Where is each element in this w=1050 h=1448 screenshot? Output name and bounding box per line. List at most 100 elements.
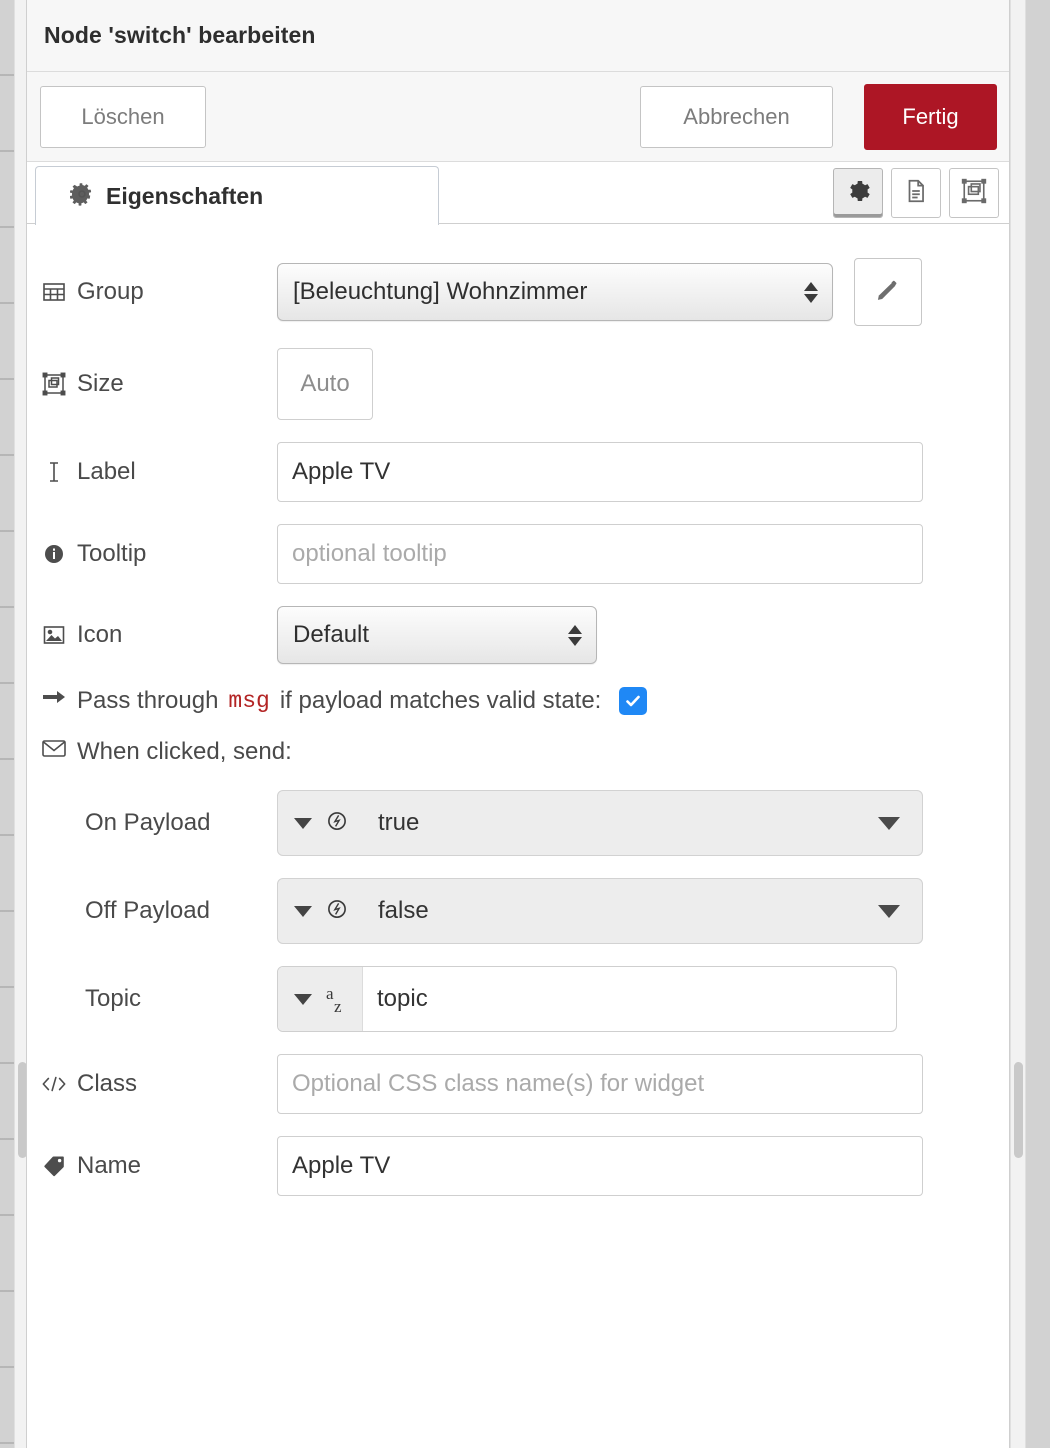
tooltip-input[interactable]: [277, 524, 923, 584]
document-icon: [903, 178, 929, 209]
cancel-button[interactable]: Abbrechen: [640, 85, 833, 148]
class-label: Class: [41, 1070, 277, 1098]
off-payload-dropdown-icon[interactable]: [878, 904, 900, 918]
group-label-text: Group: [77, 278, 144, 305]
on-payload-label: On Payload: [85, 809, 277, 837]
tooltip-label-text: Tooltip: [77, 540, 147, 567]
group-select[interactable]: [Beleuchtung] Wohnzimmer: [277, 263, 833, 321]
boolean-icon: [324, 808, 350, 839]
icon-label: Icon: [41, 621, 277, 649]
name-label: Name: [41, 1152, 277, 1180]
edit-node-dialog: Node 'switch' bearbeiten Löschen Abbrech…: [26, 0, 1010, 1448]
screen: Node 'switch' bearbeiten Löschen Abbrech…: [0, 0, 1050, 1448]
dialog-button-bar: Löschen Abbrechen Fertig: [27, 72, 1009, 162]
size-label-text: Size: [77, 370, 124, 397]
table-icon: [41, 281, 67, 303]
resize-icon: [41, 372, 67, 396]
envelope-icon: [41, 737, 67, 766]
string-az-icon: az: [326, 984, 342, 1016]
class-input[interactable]: [277, 1054, 923, 1114]
info-icon: [41, 542, 67, 566]
form-row-tooltip: Tooltip: [27, 524, 1009, 584]
stepper-icon: [804, 281, 818, 303]
dialog-action-buttons: Abbrechen Fertig: [640, 83, 997, 150]
chevron-down-icon: [294, 905, 312, 917]
when-clicked-label: When clicked, send:: [77, 737, 292, 765]
text-cursor-icon: [41, 460, 67, 484]
description-tab-icon-button[interactable]: [891, 168, 941, 218]
icon-select[interactable]: Default: [277, 606, 597, 664]
passthrough-text-after: if payload matches valid state:: [279, 686, 602, 714]
tooltip-label: Tooltip: [41, 540, 277, 568]
form-row-label: Label: [27, 442, 1009, 502]
label-label: Label: [41, 458, 277, 486]
size-button[interactable]: Auto: [277, 348, 373, 420]
name-label-text: Name: [77, 1152, 142, 1179]
form-row-class: Class: [27, 1054, 1009, 1114]
size-label: Size: [41, 370, 277, 398]
passthrough-checkbox[interactable]: [619, 686, 648, 715]
tab-icon-buttons: [833, 168, 999, 218]
tab-eigenschaften-label: Eigenschaften: [106, 182, 264, 209]
edit-group-button[interactable]: [854, 258, 922, 326]
boolean-icon: [324, 896, 350, 927]
off-payload-typed-input[interactable]: false: [277, 878, 923, 944]
label-label-text: Label: [77, 458, 136, 485]
arrow-right-icon: [41, 686, 67, 715]
passthrough-row: Pass through msg if payload matches vali…: [27, 686, 1009, 715]
name-input[interactable]: [277, 1136, 923, 1196]
form-row-size: Size Auto: [27, 348, 1009, 420]
delete-button[interactable]: Löschen: [40, 85, 206, 148]
gear-icon: [69, 182, 94, 211]
dialog-title: Node 'switch' bearbeiten: [44, 22, 316, 48]
on-payload-typed-input[interactable]: true: [277, 790, 923, 856]
on-payload-dropdown-icon[interactable]: [878, 816, 900, 830]
off-payload-label-text: Off Payload: [85, 897, 210, 924]
right-scrollbar-thumb[interactable]: [1014, 1062, 1023, 1158]
properties-tab-icon-button[interactable]: [833, 168, 883, 218]
passthrough-text-before: Pass through: [77, 686, 219, 714]
off-payload-value: false: [378, 897, 429, 924]
tab-eigenschaften[interactable]: Eigenschaften: [35, 166, 439, 225]
right-scrollbar[interactable]: [1010, 0, 1026, 1448]
on-payload-label-text: On Payload: [85, 809, 211, 836]
group-label: Group: [41, 278, 277, 306]
chevron-down-icon: [294, 817, 312, 829]
pencil-icon: [875, 277, 901, 308]
gear-icon: [845, 178, 871, 209]
form-row-on-payload: On Payload true: [27, 790, 1009, 856]
done-button[interactable]: Fertig: [864, 83, 997, 150]
passthrough-msg-code: msg: [228, 687, 270, 714]
on-payload-value: true: [378, 809, 420, 836]
icon-label-text: Icon: [77, 621, 123, 648]
image-icon: [41, 624, 67, 646]
appearance-icon: [961, 178, 987, 209]
class-label-text: Class: [77, 1070, 138, 1097]
group-select-value: [Beleuchtung] Wohnzimmer: [293, 278, 588, 305]
off-payload-label: Off Payload: [85, 897, 277, 925]
topic-label: Topic: [85, 985, 277, 1013]
off-payload-type-button[interactable]: [278, 879, 364, 943]
form-row-off-payload: Off Payload false: [27, 878, 1009, 944]
node-properties-form: Group [Beleuchtung] Wohnzimmer Size Auto…: [27, 224, 1009, 1196]
form-row-topic: Topic az topic: [27, 966, 1009, 1032]
label-input[interactable]: [277, 442, 923, 502]
form-row-icon: Icon Default: [27, 606, 1009, 664]
appearance-tab-icon-button[interactable]: [949, 168, 999, 218]
topic-type-button[interactable]: az: [278, 967, 363, 1031]
form-row-name: Name: [27, 1136, 1009, 1196]
code-icon: [41, 1074, 67, 1094]
topic-value: topic: [377, 985, 428, 1012]
when-clicked-row: When clicked, send:: [27, 737, 1009, 766]
form-row-group: Group [Beleuchtung] Wohnzimmer: [27, 258, 1009, 326]
topic-label-text: Topic: [85, 985, 142, 1012]
stepper-icon: [568, 624, 582, 646]
right-edge-strip: [1026, 0, 1050, 1448]
icon-select-value: Default: [293, 621, 370, 648]
chevron-down-icon: [294, 993, 312, 1005]
dialog-tabstrip: Eigenschaften: [27, 162, 1009, 225]
dialog-titlebar: Node 'switch' bearbeiten: [27, 0, 1009, 72]
tag-icon: [41, 1154, 67, 1178]
on-payload-type-button[interactable]: [278, 791, 364, 855]
topic-typed-input[interactable]: az topic: [277, 966, 897, 1032]
